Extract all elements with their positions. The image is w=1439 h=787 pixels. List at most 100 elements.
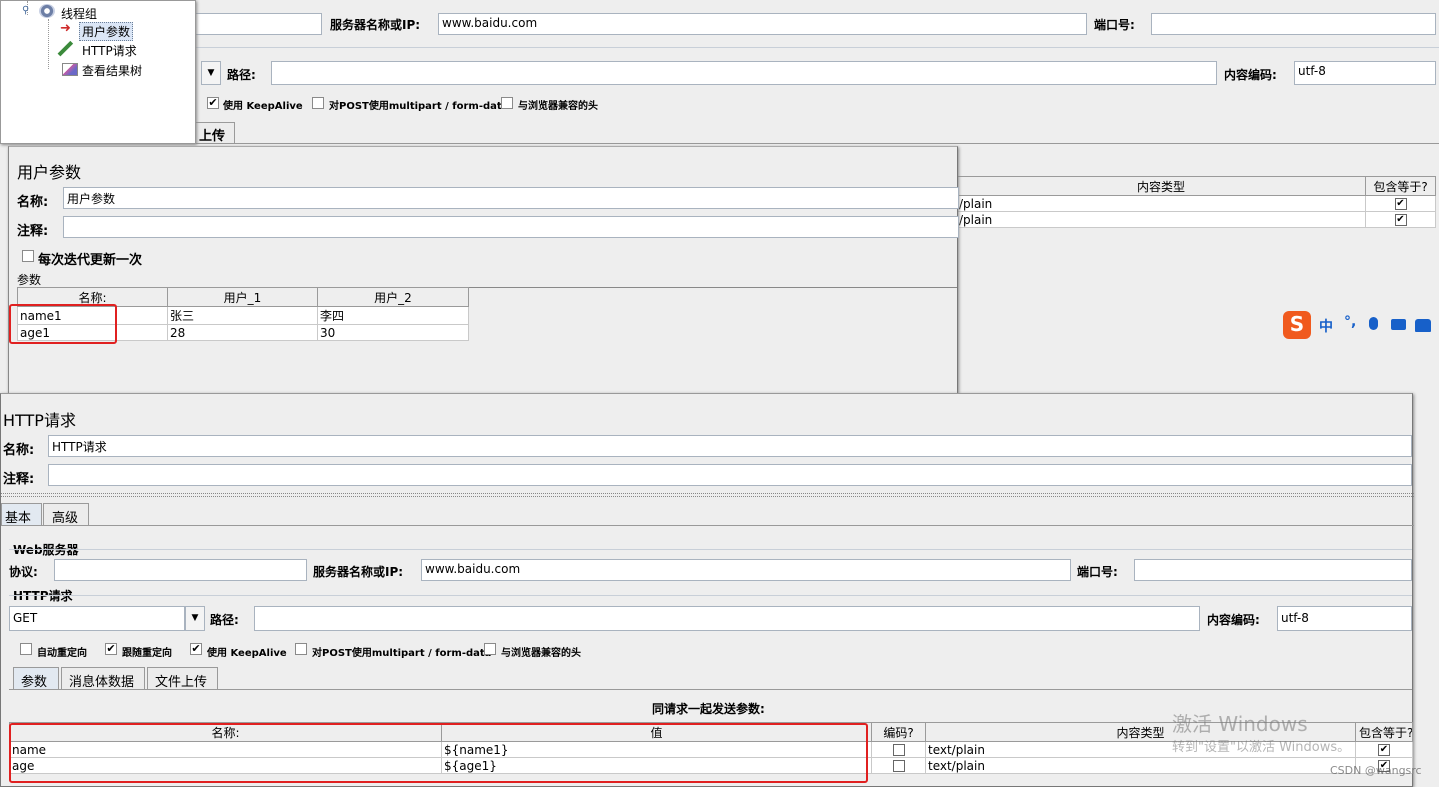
user-params-name-field[interactable]: 用户参数	[63, 187, 959, 209]
back-keepalive-checkbox[interactable]: ✔	[207, 97, 219, 109]
ime-chinese-mode[interactable]: 中	[1319, 316, 1333, 336]
splitter[interactable]	[1, 493, 1414, 497]
multipart-checkbox[interactable]	[295, 643, 307, 655]
http-name-label: 名称:	[3, 443, 35, 458]
back-server-label: 服务器名称或IP:	[330, 18, 421, 32]
back-include-equals-cell[interactable]: ✔	[1365, 195, 1436, 212]
skin-shirt-icon[interactable]	[1415, 319, 1431, 332]
user-params-icon: ➜	[60, 21, 71, 36]
keepalive-checkbox[interactable]: ✔	[190, 643, 202, 655]
col-encode: 编码?	[871, 722, 926, 742]
tree-item-result-tree[interactable]: 查看结果树	[82, 62, 142, 79]
panel-left-border	[8, 147, 9, 395]
server-field[interactable]: www.baidu.com	[421, 559, 1071, 581]
col-user-1: 用户_1	[167, 287, 318, 307]
user-params-comment-label: 注释:	[17, 224, 49, 239]
user-params-comment-field[interactable]	[63, 216, 959, 238]
ime-toolbar: S 中 °,	[1283, 311, 1439, 339]
encoding-label: 内容编码:	[1207, 613, 1260, 627]
encoding-field[interactable]: utf-8	[1277, 606, 1412, 631]
checkbox-icon[interactable]: ✔	[1394, 198, 1407, 210]
table-row[interactable]: /plain ✔	[956, 211, 1436, 228]
path-label: 路径:	[210, 613, 239, 627]
back-multipart-checkbox[interactable]	[312, 97, 324, 109]
back-params-table: 内容类型 包含等于? /plain ✔ /plain ✔	[956, 176, 1436, 228]
tab-basic[interactable]: 基本	[1, 503, 42, 526]
web-server-border	[9, 549, 1412, 550]
keyboard-icon[interactable]	[1391, 319, 1406, 330]
tab-file-upload[interactable]: 文件上传	[147, 667, 218, 690]
back-path-field[interactable]	[271, 61, 1217, 85]
results-tree-chart-icon	[62, 63, 78, 76]
checkbox-icon[interactable]: ✔	[1394, 214, 1407, 226]
param-user1-cell[interactable]: 28	[167, 324, 318, 341]
back-col-content-type: 内容类型	[956, 176, 1366, 196]
http-request-pipette-icon	[57, 40, 74, 57]
multipart-label: 对POST使用multipart / form-data	[312, 648, 492, 659]
back-port-field[interactable]	[1151, 13, 1436, 35]
microphone-icon[interactable]	[1369, 317, 1378, 330]
send-params-title: 同请求一起发送参数:	[652, 702, 765, 716]
back-encoding-label: 内容编码:	[1224, 68, 1277, 82]
http-name-field[interactable]: HTTP请求	[48, 435, 1412, 457]
protocol-field[interactable]	[54, 559, 307, 581]
http-title: HTTP请求	[3, 411, 76, 430]
browser-headers-checkbox[interactable]	[484, 643, 496, 655]
update-each-iteration-checkbox[interactable]	[22, 250, 34, 262]
param-content-type-cell[interactable]: text/plain	[925, 757, 1356, 774]
checkbox-icon[interactable]	[892, 760, 905, 772]
tab-parameters[interactable]: 参数	[13, 667, 59, 690]
col-include-equals: 包含等于?	[1355, 722, 1413, 742]
test-plan-tree: ⚲ 线程组 ➜ 用户参数 HTTP请求 查看结果树	[0, 0, 196, 144]
back-multipart-label: 对POST使用multipart / form-data	[329, 101, 509, 112]
method-select[interactable]: GET	[9, 606, 185, 631]
thread-group-gear-icon	[39, 4, 55, 18]
expand-toggle-icon[interactable]: ⚲	[22, 5, 29, 16]
param-encode-cell[interactable]	[871, 757, 926, 774]
http-comment-field[interactable]	[48, 464, 1412, 486]
table-row[interactable]: /plain ✔	[956, 195, 1436, 212]
highlight-box	[9, 304, 117, 344]
update-each-iteration-label: 每次迭代更新一次	[38, 253, 143, 268]
ime-punctuation-icon[interactable]: °,	[1344, 314, 1356, 330]
back-encoding-field[interactable]: utf-8	[1294, 61, 1436, 85]
protocol-label: 协议:	[9, 565, 38, 579]
param-user2-cell[interactable]: 李四	[317, 306, 469, 325]
tree-item-user-params[interactable]: 用户参数	[79, 22, 134, 41]
port-field[interactable]	[1134, 559, 1412, 581]
back-browser-headers-label: 与浏览器兼容的头	[518, 101, 598, 112]
col-user-2: 用户_2	[317, 287, 469, 307]
back-tab-upload[interactable]: 上传	[195, 122, 235, 144]
back-divider	[195, 47, 1439, 48]
tree-item-http-request[interactable]: HTTP请求	[82, 42, 137, 59]
follow-redirect-checkbox[interactable]: ✔	[105, 643, 117, 655]
back-include-equals-cell[interactable]: ✔	[1365, 211, 1436, 228]
tree-item-thread-group[interactable]: 线程组	[61, 5, 97, 22]
param-user1-cell[interactable]: 张三	[167, 306, 318, 325]
path-field[interactable]	[254, 606, 1200, 631]
back-protocol-field[interactable]	[195, 13, 322, 35]
user-params-panel: 用户参数 名称: 用户参数 注释: 每次迭代更新一次 参数 名称: 用户_1 用…	[8, 146, 959, 395]
http-comment-label: 注释:	[3, 472, 35, 487]
back-content-type-cell[interactable]: /plain	[956, 211, 1366, 228]
checkbox-icon[interactable]	[892, 744, 905, 756]
param-encode-cell[interactable]	[871, 741, 926, 758]
tab-advanced[interactable]: 高级	[43, 503, 89, 526]
back-server-field[interactable]: www.baidu.com	[438, 13, 1087, 35]
chevron-down-icon[interactable]: ▼	[185, 606, 205, 631]
csdn-watermark: CSDN @wangsrc	[1330, 764, 1422, 777]
param-user2-cell[interactable]: 30	[317, 324, 469, 341]
auto-redirect-checkbox[interactable]	[20, 643, 32, 655]
highlight-box	[9, 723, 868, 783]
back-keepalive-label: 使用 KeepAlive	[223, 101, 303, 112]
checkbox-icon[interactable]: ✔	[1378, 744, 1390, 756]
user-params-name-label: 名称:	[17, 195, 49, 210]
param-include-equals-cell[interactable]: ✔	[1355, 741, 1413, 758]
sogou-logo-icon[interactable]: S	[1283, 311, 1311, 339]
back-method-dropdown-button[interactable]: ▼	[201, 61, 221, 85]
tab-body-data[interactable]: 消息体数据	[61, 667, 145, 690]
back-browser-headers-checkbox[interactable]	[501, 97, 513, 109]
back-tab-line	[195, 143, 1439, 144]
activate-windows-subtitle: 转到"设置"以激活 Windows。	[1172, 740, 1351, 755]
back-content-type-cell[interactable]: /plain	[956, 195, 1366, 212]
